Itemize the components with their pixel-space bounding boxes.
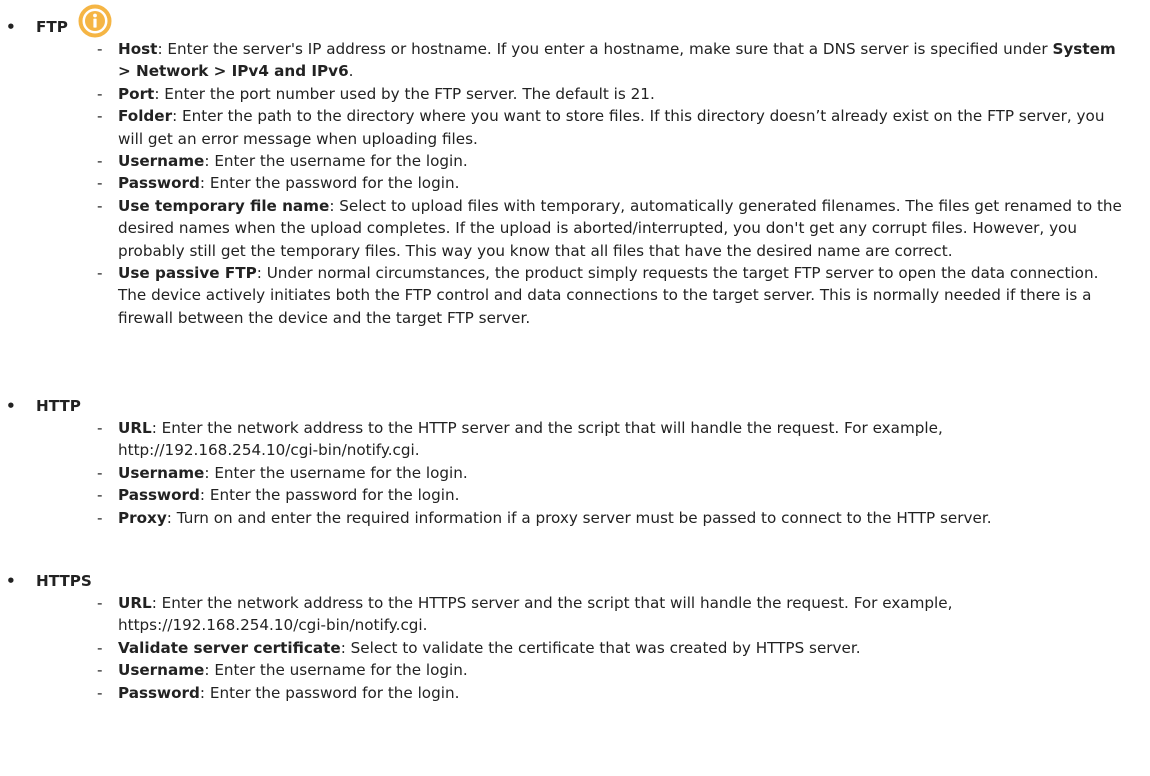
dash-marker: - (97, 683, 103, 702)
list-item: - Password: Enter the password for the l… (0, 484, 1150, 506)
dash-marker: - (97, 594, 103, 612)
item-term: Use temporary file name (118, 196, 330, 215)
item-separator: : (199, 486, 210, 505)
section-heading-row: • HTTP (0, 395, 1150, 417)
dash-marker: - (97, 486, 103, 505)
section-title: FTP (36, 18, 68, 36)
dash-marker: - (97, 174, 103, 193)
item-text: Enter the password for the login. (209, 486, 460, 505)
item-term: Username (118, 152, 205, 171)
section-https: • HTTPS - URL: Enter the network address… (0, 570, 1150, 704)
list-item: - URL: Enter the network address to the … (0, 417, 1150, 462)
section-title: HTTPS (36, 572, 92, 590)
list-item: - URL: Enter the network address to the … (0, 592, 1150, 637)
list-item: - Password: Enter the password for the l… (0, 682, 1150, 704)
item-term: URL (118, 594, 152, 612)
bullet-marker: • (6, 18, 16, 36)
dash-marker: - (97, 196, 103, 215)
dash-marker: - (97, 661, 103, 680)
item-separator: : (151, 594, 162, 612)
list-item: - Use temporary file name: Select to upl… (0, 195, 1150, 262)
list-item: - Username: Enter the username for the l… (0, 659, 1150, 681)
list-item: - Host: Enter the server's IP address or… (0, 38, 1150, 83)
list-item: - Username: Enter the username for the l… (0, 150, 1150, 172)
item-text: Turn on and enter the required informati… (176, 508, 992, 527)
item-term: Folder (118, 107, 173, 126)
item-separator: : (329, 196, 340, 215)
dash-marker: - (97, 40, 103, 58)
item-text: Enter the network address to the HTTP se… (118, 419, 943, 460)
item-separator: : (199, 683, 210, 702)
item-separator: : (172, 107, 183, 126)
item-separator: : (157, 40, 168, 58)
item-text: Enter the username for the login. (214, 463, 468, 482)
bullet-marker: • (6, 572, 16, 590)
list-item: - Use passive FTP: Under normal circumst… (0, 262, 1150, 329)
item-separator: : (204, 152, 215, 171)
dash-marker: - (97, 264, 103, 283)
dash-marker: - (97, 107, 103, 126)
item-term: Use passive FTP (118, 264, 257, 283)
item-text-tail: . (348, 62, 354, 81)
item-text: Enter the password for the login. (209, 683, 460, 702)
dash-marker: - (97, 508, 103, 527)
item-term: Validate server certificate (118, 638, 341, 657)
item-term: Proxy (118, 508, 167, 527)
item-term: URL (118, 419, 152, 437)
item-term: Username (118, 661, 205, 680)
list-item: - Proxy: Turn on and enter the required … (0, 507, 1150, 529)
list-item: - Password: Enter the password for the l… (0, 172, 1150, 194)
dash-marker: - (97, 419, 103, 437)
item-text: Enter the username for the login. (214, 152, 468, 171)
item-separator: : (154, 84, 165, 103)
item-text: Enter the path to the directory where yo… (118, 107, 1105, 148)
item-separator: : (204, 661, 215, 680)
section-heading-row: • FTP (0, 4, 1150, 38)
bullet-marker: • (6, 397, 16, 415)
section-title: HTTP (36, 397, 81, 415)
item-text: Select to validate the certificate that … (350, 638, 861, 657)
item-term: Host (118, 40, 158, 58)
dash-marker: - (97, 84, 103, 103)
item-term: Password (118, 683, 200, 702)
section-http: • HTTP - URL: Enter the network address … (0, 395, 1150, 529)
item-text: Enter the port number used by the FTP se… (164, 84, 655, 103)
item-text: Enter the username for the login. (214, 661, 468, 680)
item-separator: : (151, 419, 162, 437)
list-item: - Validate server certificate: Select to… (0, 637, 1150, 659)
section-ftp: • FTP - Host: Enter the server's IP addr… (0, 4, 1150, 329)
dash-marker: - (97, 638, 103, 657)
item-separator: : (204, 463, 215, 482)
item-text: Enter the password for the login. (209, 174, 460, 193)
section-heading-row: • HTTPS (0, 570, 1150, 592)
item-term: Password (118, 486, 200, 505)
item-separator: : (166, 508, 177, 527)
item-term: Username (118, 463, 205, 482)
dash-marker: - (97, 463, 103, 482)
item-term: Port (118, 84, 155, 103)
item-text: Enter the server's IP address or hostnam… (167, 40, 1053, 58)
item-text: Enter the network address to the HTTPS s… (118, 594, 953, 635)
info-icon (78, 4, 112, 38)
item-separator: : (199, 174, 210, 193)
item-separator: : (340, 638, 351, 657)
list-item: - Folder: Enter the path to the director… (0, 105, 1150, 150)
list-item: - Username: Enter the username for the l… (0, 462, 1150, 484)
item-term: Password (118, 174, 200, 193)
list-item: - Port: Enter the port number used by th… (0, 83, 1150, 105)
dash-marker: - (97, 152, 103, 171)
item-separator: : (256, 264, 267, 283)
